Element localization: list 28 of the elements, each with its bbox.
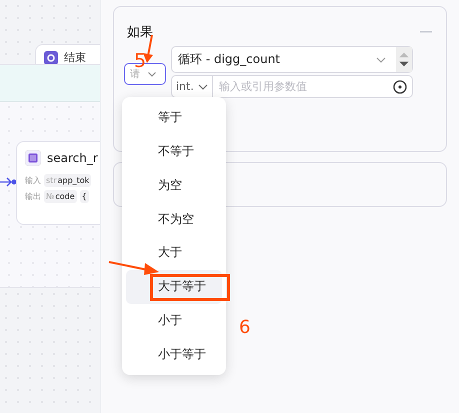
row-label: 输出 — [25, 191, 41, 202]
param-tag: strapp_tok — [44, 174, 92, 187]
chevron-icon — [198, 84, 208, 90]
dropdown-option[interactable]: 不为空 — [126, 202, 222, 236]
dropdown-option[interactable]: 小于 — [126, 304, 222, 338]
list-icon — [25, 150, 41, 166]
connector-arrow — [0, 176, 16, 188]
dropdown-option[interactable]: 大于 — [126, 236, 222, 270]
node-title: search_r — [47, 151, 98, 165]
param-tag: №code — [44, 190, 77, 203]
node-title: 结束 — [64, 51, 86, 64]
dropdown-option[interactable]: 不等于 — [126, 134, 222, 168]
annotation-number: 6 — [239, 317, 250, 338]
row-label: 输入 — [25, 175, 41, 186]
dropdown-option[interactable]: 为空 — [126, 168, 222, 202]
value-field[interactable]: int. 输入或引用参数值 — [171, 75, 413, 98]
chevron-icon — [148, 72, 156, 76]
plugin-node[interactable]: search_r 输入 strapp_tok 输出 №code { — [16, 141, 100, 225]
dropdown-option[interactable]: 小于等于 — [126, 337, 222, 371]
dropdown-option[interactable]: 等于 — [126, 101, 222, 135]
end-node[interactable]: 结束 — [35, 44, 100, 64]
param-tag: { — [80, 190, 89, 203]
annotation-arrow — [108, 260, 160, 276]
variable-select[interactable]: 循环 - digg_count — [171, 46, 413, 73]
stepper-icon[interactable] — [396, 47, 412, 72]
variable-reference-icon[interactable] — [393, 80, 407, 94]
chevron-icon — [376, 56, 386, 62]
condition-title: 如果 — [127, 24, 153, 41]
